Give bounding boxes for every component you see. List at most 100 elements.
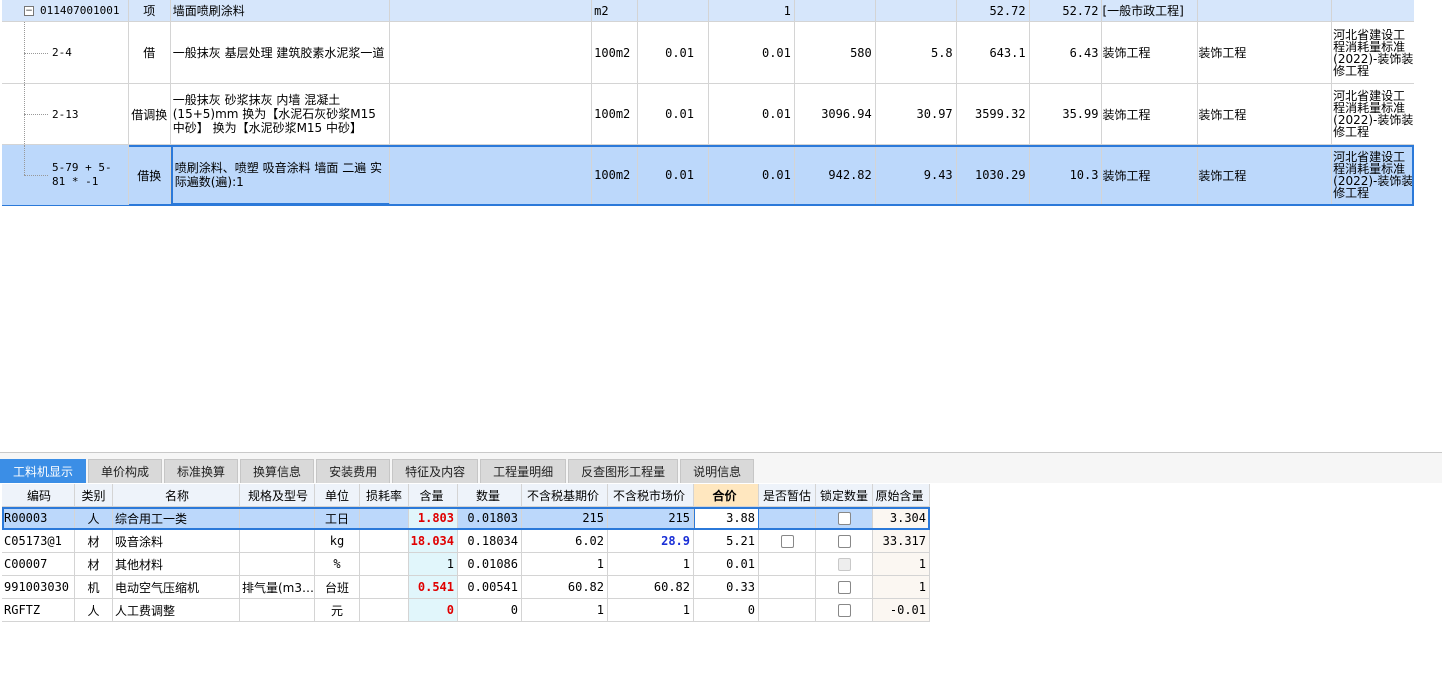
standard-cell[interactable]: 河北省建设工程消耗量标准(2022)-装饰装修工程 <box>1332 145 1415 205</box>
qty-cell[interactable]: 0.01 <box>709 145 795 205</box>
name-cell[interactable]: 一般抹灰 基层处理 建筑胶素水泥浆一道 <box>171 22 391 83</box>
cell-name[interactable]: 人工费调整 <box>113 599 240 621</box>
cell-loss[interactable] <box>360 507 409 529</box>
cell-provisional[interactable] <box>759 507 816 529</box>
code-cell[interactable]: − 011407001001 <box>2 0 129 21</box>
cell-spec[interactable]: 排气量(m3… <box>240 576 315 598</box>
quota-qty-cell[interactable]: 0.01 <box>638 84 709 144</box>
total-price-cell[interactable]: 52.72 <box>1029 0 1103 21</box>
unit-cell[interactable]: 100m2 <box>592 145 639 205</box>
col-header-loss[interactable]: 损耗率 <box>360 484 409 506</box>
cell-code[interactable]: 991003030 <box>2 576 75 598</box>
col-header-provisional[interactable]: 是否暂估 <box>759 484 816 506</box>
col-header-spec[interactable]: 规格及型号 <box>240 484 315 506</box>
cell-code[interactable]: RGFTZ <box>2 599 75 621</box>
lock-checkbox[interactable] <box>837 580 851 594</box>
price-cell[interactable]: 580 <box>795 22 876 83</box>
qty-cell[interactable]: 0.01 <box>709 22 795 83</box>
unit-cell[interactable]: m2 <box>592 0 639 21</box>
unit-cell[interactable]: 100m2 <box>592 22 639 83</box>
name-cell[interactable]: 墙面喷刷涂料 <box>170 0 391 21</box>
col-header-total[interactable]: 合价 <box>694 484 759 506</box>
cell-orig-content[interactable]: 3.304 <box>873 507 930 529</box>
cell-unit[interactable]: % <box>315 553 360 575</box>
cell-category[interactable]: 人 <box>75 507 113 529</box>
cell-loss[interactable] <box>360 599 409 621</box>
table-row[interactable]: C05173@1 材 吸音涂料 kg 18.034 0.18034 6.02 2… <box>2 530 930 553</box>
quota-row-selected[interactable]: 5-79 + 5-81 * -1 借换 喷刷涂料、喷塑 吸音涂料 墙面 二遍 实… <box>2 145 1415 206</box>
unit-price-cell[interactable]: 1030.29 <box>956 145 1030 205</box>
cell-loss[interactable] <box>360 553 409 575</box>
specialty2-cell[interactable]: 装饰工程 <box>1198 84 1333 144</box>
code-cell[interactable]: 2-13 <box>2 84 129 144</box>
col-header-unit[interactable]: 单位 <box>315 484 360 506</box>
tab-features-content[interactable]: 特征及内容 <box>392 459 479 483</box>
tab-unit-price-composition[interactable]: 单价构成 <box>88 459 163 483</box>
cell-content[interactable]: 0.541 <box>409 576 458 598</box>
cell-content[interactable]: 1 <box>409 553 458 575</box>
qty-cell[interactable]: 1 <box>709 0 795 21</box>
tab-quantity-details[interactable]: 工程量明细 <box>480 459 567 483</box>
table-row[interactable]: RGFTZ 人 人工费调整 元 0 0 1 1 0 -0.01 <box>2 599 930 622</box>
tab-reverse-graphic-quantity[interactable]: 反查图形工程量 <box>568 459 679 483</box>
cell-loss[interactable] <box>360 530 409 552</box>
cell-provisional[interactable] <box>759 530 816 552</box>
code-cell[interactable]: 5-79 + 5-81 * -1 <box>2 145 129 205</box>
unit-price-cell[interactable]: 52.72 <box>956 0 1030 21</box>
cell-market-price[interactable]: 60.82 <box>608 576 694 598</box>
cell-unit[interactable]: 元 <box>315 599 360 621</box>
unit-price-cell[interactable]: 3599.32 <box>957 84 1030 144</box>
col-header-lock-qty[interactable]: 锁定数量 <box>816 484 873 506</box>
tab-conversion-info[interactable]: 换算信息 <box>240 459 315 483</box>
cell-name[interactable]: 综合用工一类 <box>113 507 240 529</box>
standard-cell[interactable] <box>1332 0 1415 21</box>
cell-total[interactable]: 0.33 <box>694 576 759 598</box>
cell-spec[interactable] <box>240 599 315 621</box>
cell-orig-content[interactable]: 1 <box>873 576 930 598</box>
cell-base-price[interactable]: 1 <box>522 553 608 575</box>
code-cell[interactable]: 2-4 <box>2 22 129 83</box>
cell-name[interactable]: 吸音涂料 <box>113 530 240 552</box>
cell-market-price[interactable]: 1 <box>608 553 694 575</box>
col-header-code[interactable]: 编码 <box>2 484 75 506</box>
cell-qty[interactable]: 0.18034 <box>458 530 522 552</box>
cell-lock-qty[interactable] <box>816 530 873 552</box>
quota-row[interactable]: 2-13 借调换 一般抹灰 砂浆抹灰 内墙 混凝土 (15+5)mm 换为【水泥… <box>2 84 1414 145</box>
cell-base-price[interactable]: 6.02 <box>522 530 608 552</box>
col-header-orig-content[interactable]: 原始含量 <box>873 484 930 506</box>
cell-orig-content[interactable]: 1 <box>873 553 930 575</box>
cell-market-price[interactable]: 1 <box>608 599 694 621</box>
total-price-cell[interactable]: 35.99 <box>1030 84 1103 144</box>
bill-item-row[interactable]: − 011407001001 项 墙面喷刷涂料 m2 1 52.72 52.72… <box>2 0 1415 22</box>
cell-unit[interactable]: kg <box>315 530 360 552</box>
cell-total-editing[interactable]: 3.88 <box>694 507 759 529</box>
table-row[interactable]: 991003030 机 电动空气压缩机 排气量(m3… 台班 0.541 0.0… <box>2 576 930 599</box>
cell-total[interactable]: 5.21 <box>694 530 759 552</box>
price-cell[interactable]: 9.43 <box>875 145 957 205</box>
cell-name[interactable]: 其他材料 <box>113 553 240 575</box>
total-price-cell[interactable]: 6.43 <box>1030 22 1103 83</box>
cell-loss[interactable] <box>360 576 409 598</box>
col-header-base-price[interactable]: 不含税基期价 <box>522 484 608 506</box>
spec-cell[interactable] <box>390 22 593 83</box>
name-cell[interactable]: 一般抹灰 砂浆抹灰 内墙 混凝土 (15+5)mm 换为【水泥石灰砂浆M15 中… <box>171 84 391 144</box>
specialty-cell[interactable]: 装饰工程 <box>1102 84 1199 144</box>
unit-price-cell[interactable]: 643.1 <box>957 22 1030 83</box>
cell-spec[interactable] <box>240 553 315 575</box>
cell-category[interactable]: 材 <box>75 553 113 575</box>
cell-provisional[interactable] <box>759 553 816 575</box>
spec-cell[interactable] <box>390 84 593 144</box>
specialty2-cell[interactable] <box>1198 0 1333 21</box>
cell-orig-content[interactable]: -0.01 <box>873 599 930 621</box>
tab-description-info[interactable]: 说明信息 <box>680 459 755 483</box>
table-row[interactable]: R00003 人 综合用工一类 工日 1.803 0.01803 215 215… <box>2 507 930 530</box>
spec-cell[interactable] <box>390 0 593 21</box>
specialty-cell[interactable]: 装饰工程 <box>1102 145 1199 205</box>
type-cell[interactable]: 借调换 <box>129 84 171 144</box>
spec-cell[interactable] <box>390 145 593 205</box>
cell-category[interactable]: 材 <box>75 530 113 552</box>
quota-qty-cell[interactable] <box>638 0 709 21</box>
cell-market-price[interactable]: 28.9 <box>608 530 694 552</box>
quota-row[interactable]: 2-4 借 一般抹灰 基层处理 建筑胶素水泥浆一道 100m2 0.01 0.0… <box>2 22 1414 84</box>
type-cell[interactable]: 借换 <box>128 145 171 205</box>
